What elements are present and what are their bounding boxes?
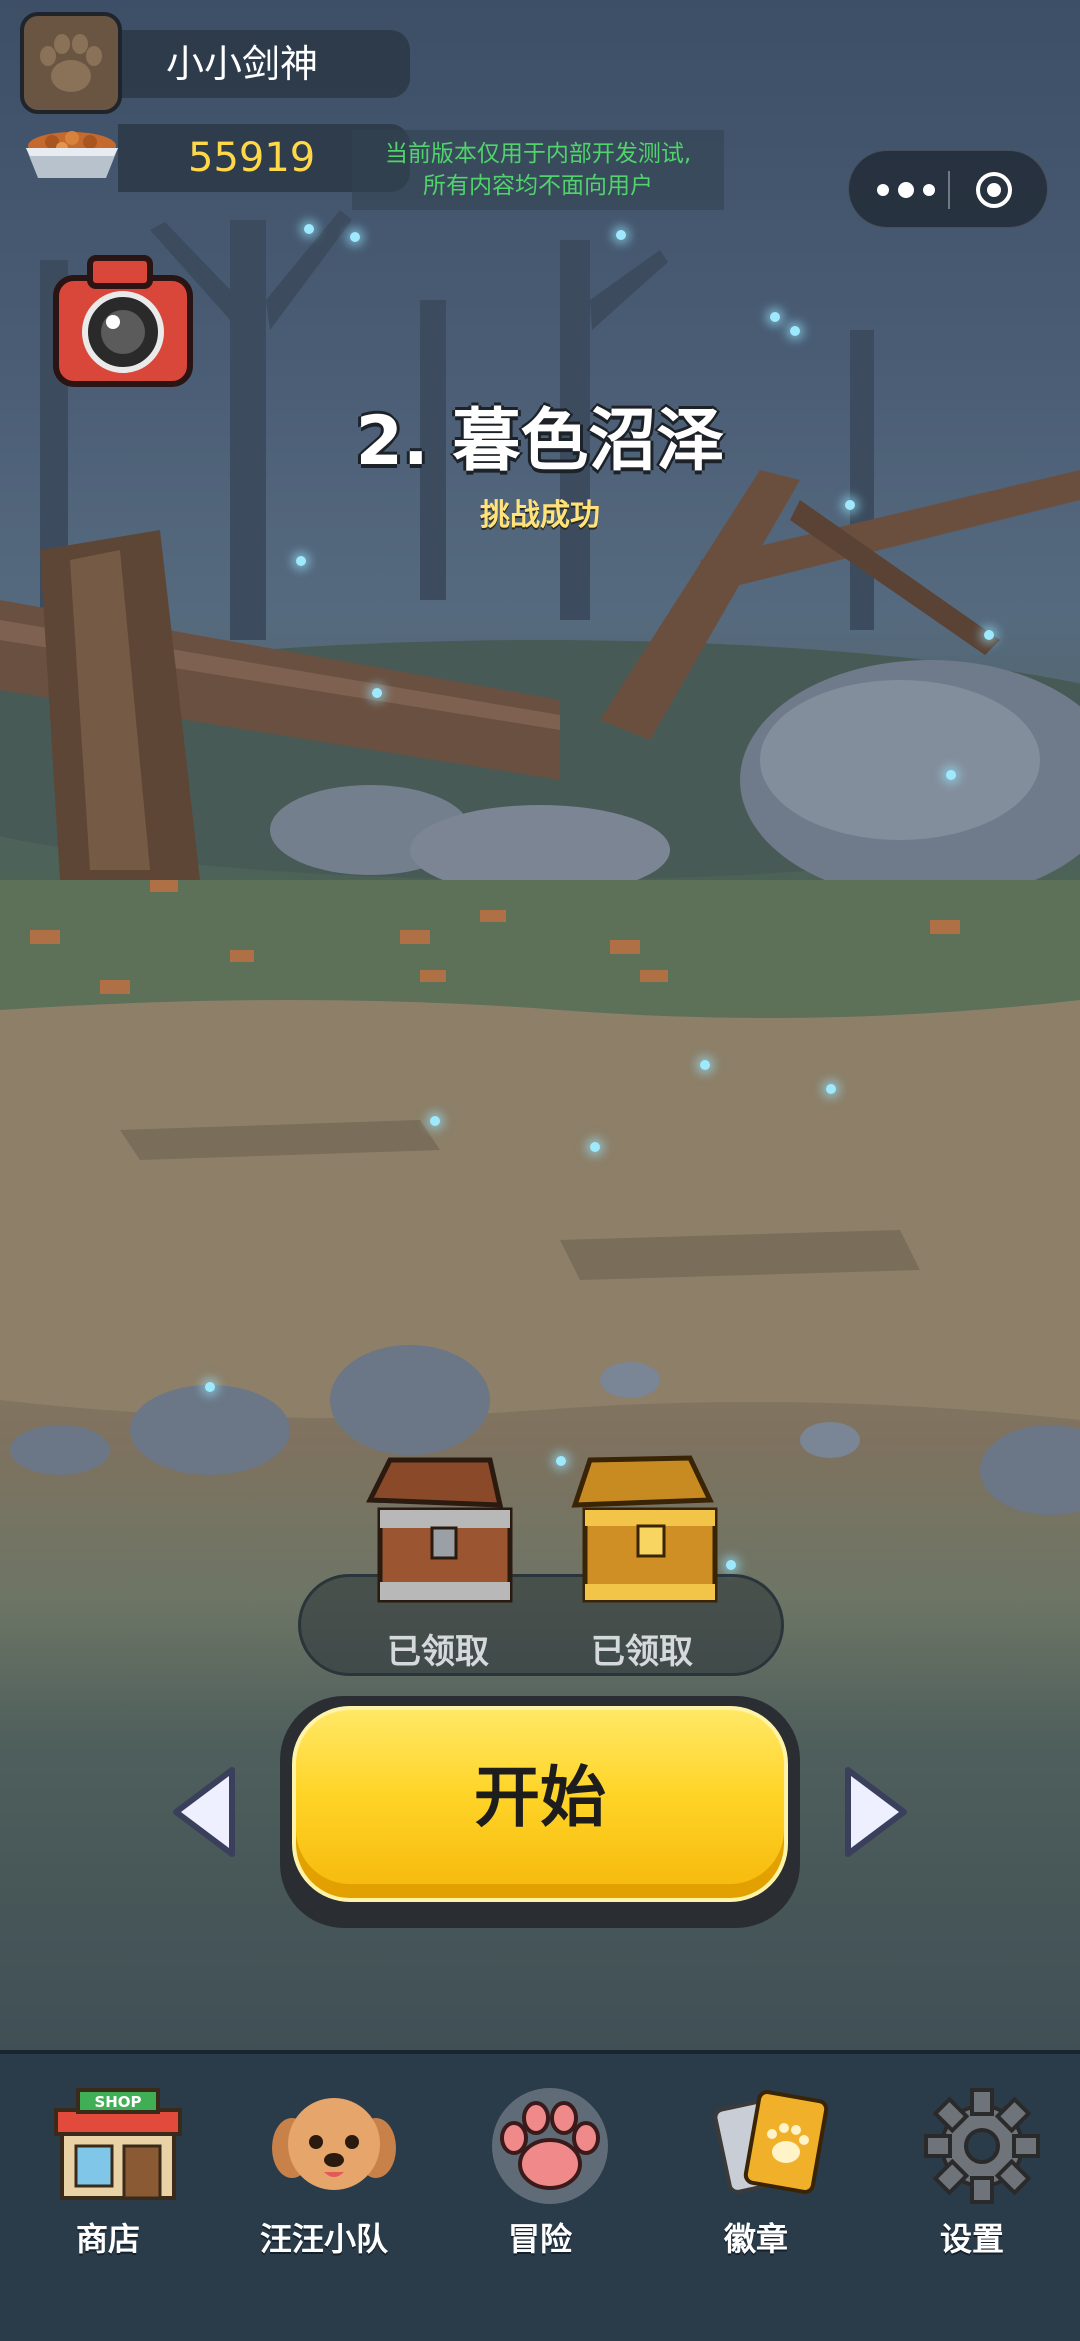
golden-chest-icon[interactable] (560, 1450, 730, 1610)
sparkle (304, 224, 314, 234)
nav-label-adventure: 冒险 (507, 2220, 572, 2258)
close-icon[interactable] (975, 171, 1013, 209)
previous-level-arrow-icon[interactable] (168, 1764, 240, 1860)
sparkle (430, 1116, 440, 1126)
sparkle (946, 770, 956, 780)
sparkle (350, 232, 360, 242)
nav-item-adventure[interactable]: 冒险 (440, 2086, 640, 2286)
badge-icon (713, 2090, 829, 2194)
nav-label-team: 汪汪小队 (259, 2220, 388, 2258)
sparkle (770, 312, 780, 322)
food-bowl-icon (26, 131, 118, 178)
player-name: 小小剑神 (118, 30, 410, 98)
nav-item-badges[interactable]: 徽章 (656, 2086, 856, 2286)
nav-item-shop[interactable]: SHOP 商店 (8, 2086, 208, 2286)
wooden-chest-icon[interactable] (350, 1450, 520, 1610)
sparkle (296, 556, 306, 566)
more-icon[interactable] (871, 175, 941, 205)
sparkle (790, 326, 800, 336)
sparkle (826, 1084, 836, 1094)
dog-icon (272, 2098, 396, 2190)
nav-label-badges: 徽章 (723, 2220, 788, 2258)
reward-1-status: 已领取 (387, 1632, 489, 1672)
paw-icon (492, 2088, 608, 2204)
dev-notice: 当前版本仅用于内部开发测试, 所有内容均不面向用户 (352, 130, 724, 210)
nav-item-settings[interactable]: 设置 (872, 2086, 1072, 2286)
dev-notice-line1: 当前版本仅用于内部开发测试, (384, 141, 692, 167)
shop-icon: SHOP (54, 2088, 182, 2200)
camera-icon[interactable] (50, 252, 196, 390)
sparkle (205, 1382, 215, 1392)
shop-sign: SHOP (94, 2093, 141, 2111)
dev-notice-line2: 所有内容均不面向用户 (423, 173, 653, 199)
sparkle (616, 230, 626, 240)
nav-label-settings: 设置 (939, 2220, 1004, 2258)
paw-icon (40, 34, 102, 92)
level-title: 2. 暮色沼泽 (355, 402, 725, 481)
next-level-arrow-icon[interactable] (840, 1764, 912, 1860)
reward-2-status: 已领取 (591, 1632, 693, 1672)
level-status: 挑战成功 (480, 498, 600, 533)
start-button-label[interactable]: 开始 (292, 1706, 788, 1890)
mini-program-capsule (848, 150, 1048, 228)
avatar[interactable] (20, 12, 122, 114)
sparkle (372, 688, 382, 698)
nav-label-shop: 商店 (75, 2220, 140, 2258)
sparkle (984, 630, 994, 640)
gear-icon (924, 2088, 1040, 2204)
sparkle (700, 1060, 710, 1070)
nav-item-team[interactable]: 汪汪小队 (224, 2086, 424, 2286)
sparkle (590, 1142, 600, 1152)
capsule-divider (948, 171, 950, 209)
